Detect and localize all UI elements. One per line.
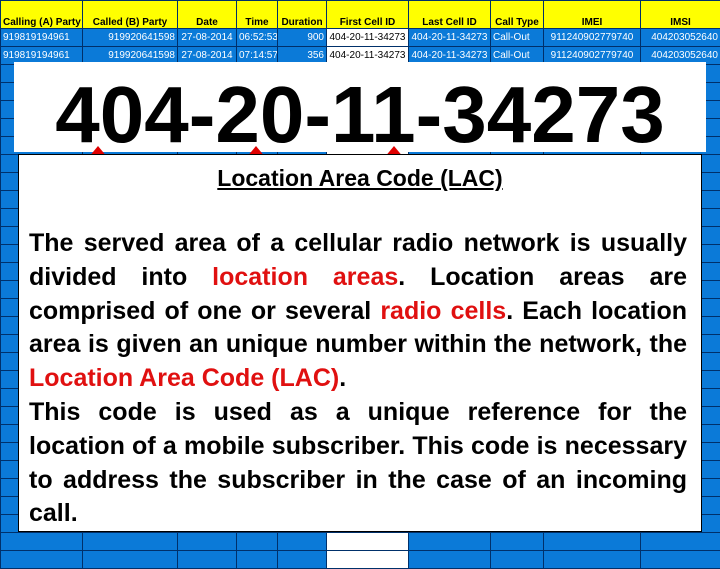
table-cell[interactable]: [409, 551, 491, 569]
table-cell[interactable]: [83, 551, 178, 569]
col-called[interactable]: Called (B) Party: [83, 1, 178, 29]
table-cell[interactable]: [544, 533, 641, 551]
text: This code is used as a unique reference …: [29, 398, 687, 527]
col-time[interactable]: Time: [237, 1, 278, 29]
table-cell[interactable]: 919920641598: [83, 29, 178, 47]
col-imei[interactable]: IMEI: [544, 1, 641, 29]
info-title: Location Area Code (LAC): [19, 165, 701, 192]
col-imsi[interactable]: IMSI: [641, 1, 720, 29]
table-cell[interactable]: 404-20-11-34273: [409, 29, 491, 47]
table-cell[interactable]: [178, 533, 237, 551]
table-cell[interactable]: [278, 551, 327, 569]
table-cell[interactable]: 27-08-2014: [178, 29, 237, 47]
highlight-lac: Location Area Code (LAC): [29, 364, 339, 392]
table-cell[interactable]: 404-20-11-34273: [327, 29, 409, 47]
table-cell[interactable]: 919819194961: [1, 29, 83, 47]
col-last-cell[interactable]: Last Cell ID: [409, 1, 491, 29]
header-row: Calling (A) Party Called (B) Party Date …: [1, 1, 720, 29]
table-cell[interactable]: 911240902779740: [544, 29, 641, 47]
table-cell[interactable]: [83, 533, 178, 551]
col-first-cell[interactable]: First Cell ID: [327, 1, 409, 29]
table-cell[interactable]: 404203052640: [641, 29, 720, 47]
table-row[interactable]: 91981919496191992064159827-08-201406:52:…: [1, 29, 720, 47]
col-date[interactable]: Date: [178, 1, 237, 29]
table-cell[interactable]: [1, 551, 83, 569]
table-cell[interactable]: [1, 533, 83, 551]
lac-info-box: Location Area Code (LAC) The served area…: [18, 154, 702, 532]
table-cell[interactable]: [409, 533, 491, 551]
table-cell[interactable]: Call-Out: [491, 29, 544, 47]
table-cell[interactable]: [491, 533, 544, 551]
info-body: The served area of a cellular radio netw…: [29, 227, 687, 531]
table-cell[interactable]: 900: [278, 29, 327, 47]
cell-id-large: 404-20-11-34273: [0, 70, 720, 160]
table-row[interactable]: [1, 533, 720, 551]
table-cell[interactable]: [491, 551, 544, 569]
table-cell[interactable]: [641, 533, 720, 551]
col-calling[interactable]: Calling (A) Party: [1, 1, 83, 29]
table-cell[interactable]: [178, 551, 237, 569]
highlight-radio-cells: radio cells: [380, 297, 506, 325]
table-cell[interactable]: [327, 533, 409, 551]
table-cell[interactable]: [327, 551, 409, 569]
table-cell[interactable]: [278, 533, 327, 551]
table-cell[interactable]: 06:52:53: [237, 29, 278, 47]
table-cell[interactable]: [237, 551, 278, 569]
table-cell[interactable]: [641, 551, 720, 569]
text: .: [339, 364, 346, 392]
highlight-location-areas: location areas: [212, 263, 398, 291]
table-cell[interactable]: [237, 533, 278, 551]
table-cell[interactable]: [544, 551, 641, 569]
col-duration[interactable]: Duration: [278, 1, 327, 29]
col-call-type[interactable]: Call Type: [491, 1, 544, 29]
table-row[interactable]: [1, 551, 720, 569]
